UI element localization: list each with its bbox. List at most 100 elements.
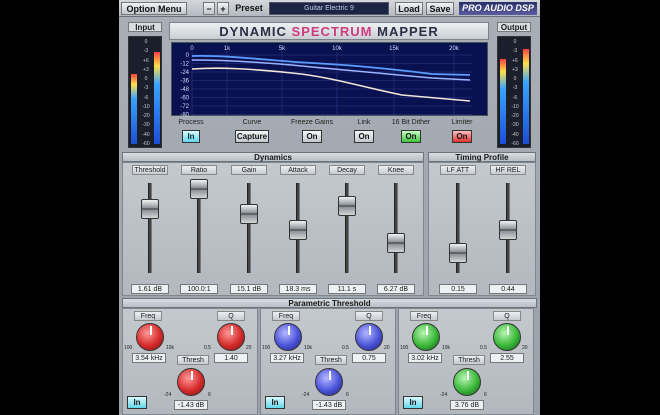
fader-decay-handle[interactable] (338, 196, 356, 217)
fader-attack-label: Attack (280, 165, 316, 175)
band-in-button[interactable]: In (265, 396, 285, 409)
meter-scale-tick: 0 (513, 76, 517, 83)
band-thresh-value: 3.76 dB (450, 400, 484, 410)
title-part-2: SPECTRUM (291, 24, 373, 39)
fader-threshold-label: Threshold (132, 165, 168, 175)
meter-scale-tick: -3 (143, 85, 149, 92)
meter-scale-tick: -60 (511, 140, 519, 147)
parametric-threshold-header: Parametric Threshold (122, 298, 537, 308)
meter-scale-tick: -30 (511, 122, 519, 129)
control-button-process[interactable]: In (182, 130, 200, 143)
band-freq-value: 3.27 kHz (270, 353, 304, 363)
db-tick-label: -24 (180, 70, 189, 76)
band-q-label: Q (493, 311, 521, 321)
fader-knee-track (394, 183, 398, 273)
fader-threshold-value: 1.61 dB (131, 284, 169, 294)
top-toolbar: Option Menu − + Preset Guitar Electric 9… (119, 0, 540, 17)
control-button-curve[interactable]: Capture (235, 130, 269, 143)
fader-decay-value: 11.1 s (328, 284, 366, 294)
preset-next-button[interactable]: + (217, 2, 229, 15)
db-tick-label: -48 (180, 87, 189, 93)
band-thresh-knob[interactable] (177, 368, 205, 396)
option-menu-button[interactable]: Option Menu (121, 2, 187, 15)
band-freq-knob[interactable] (274, 323, 302, 351)
meter-scale-tick: -3 (512, 48, 518, 55)
save-button[interactable]: Save (426, 2, 454, 15)
spectrum-svg: 0 1k 5k 10k 15k 20k 0 -12 -24 -36 -48 -60 -72 -80 (180, 46, 472, 119)
control-button-freeze-gains[interactable]: On (302, 130, 322, 143)
fader-attack-value: 18.3 ms (279, 284, 317, 294)
meter-scale-tick: -20 (142, 113, 150, 120)
meter-scale-tick: 0 (144, 39, 148, 45)
knob-scale-low: 0.5 (480, 345, 487, 351)
meter-scale-tick: +6 (512, 57, 518, 64)
fader-gain-handle[interactable] (240, 204, 258, 225)
control-label: Limiter (451, 119, 473, 126)
output-meter-right-bar (523, 49, 529, 144)
freq-tick-label: 10k (332, 46, 343, 52)
fader-knee-label: Knee (378, 165, 414, 175)
input-meter-left-bar (131, 74, 137, 144)
band-q-knob[interactable] (217, 323, 245, 351)
band-in-button[interactable]: In (403, 396, 423, 409)
control-label: Process (178, 119, 204, 126)
knob-scale-low: -24 (440, 392, 448, 398)
input-meter-label: Input (128, 22, 162, 32)
band-q-value: 2.55 (490, 353, 524, 363)
output-meter-label: Output (497, 22, 531, 32)
spectrum-curve-light (191, 59, 471, 81)
knob-scale-high: 6 (208, 392, 211, 398)
band-thresh-label: Thresh (177, 355, 209, 365)
band-q-knob[interactable] (493, 323, 521, 351)
fader-knee-handle[interactable] (387, 233, 405, 253)
freq-tick-label: 5k (279, 46, 286, 52)
knob-scale-low: 100 (400, 345, 409, 351)
meter-scale-tick: -10 (142, 103, 150, 110)
preset-prev-button[interactable]: − (203, 2, 215, 15)
preset-label: Preset (235, 3, 263, 13)
control-button-16-bit-dither[interactable]: On (401, 130, 421, 143)
band-thresh-value: -1.43 dB (312, 400, 346, 410)
meter-scale-tick: -40 (142, 131, 150, 138)
knob-scale-high: 20 (384, 345, 390, 351)
fader-hf-rel-label: HF REL (490, 165, 526, 175)
product-title: DYNAMIC SPECTRUM MAPPER (169, 22, 489, 40)
band-thresh-label: Thresh (453, 355, 485, 365)
db-tick-label: -12 (180, 62, 189, 68)
band-in-button[interactable]: In (127, 396, 147, 409)
db-tick-label: -36 (180, 79, 189, 85)
fader-attack-handle[interactable] (289, 220, 307, 241)
db-tick-label: -80 (180, 113, 189, 118)
knob-scale-high: 6 (346, 392, 349, 398)
knob-scale-high: 20 (246, 345, 252, 351)
fader-lf-att-handle[interactable] (449, 242, 467, 263)
fader-gain-track (247, 183, 251, 273)
band-freq-knob[interactable] (136, 323, 164, 351)
band-freq-knob[interactable] (412, 323, 440, 351)
knob-scale-low: -24 (302, 392, 310, 398)
band-thresh-value: -1.43 dB (174, 400, 208, 410)
band-q-knob[interactable] (355, 323, 383, 351)
db-tick-label: -60 (180, 96, 189, 102)
knob-scale-high: 10k (166, 345, 175, 351)
spectrum-display[interactable]: 0 1k 5k 10k 15k 20k 0 -12 -24 -36 -48 -60 -72 -80 (171, 42, 488, 119)
meter-scale-tick: -40 (511, 131, 519, 138)
control-button-limiter[interactable]: On (452, 130, 472, 143)
band-freq-value: 3.54 kHz (132, 353, 166, 363)
band-q-label: Q (217, 311, 245, 321)
meter-scale-tick: -10 (511, 103, 519, 110)
load-button[interactable]: Load (395, 2, 423, 15)
meter-scale-tick: +3 (143, 66, 149, 73)
fader-gain-label: Gain (231, 165, 267, 175)
control-button-link[interactable]: On (354, 130, 374, 143)
knob-scale-low: 100 (124, 345, 133, 351)
fader-threshold-handle[interactable] (141, 198, 159, 219)
fader-ratio-handle[interactable] (190, 178, 208, 199)
knob-scale-high: 6 (484, 392, 487, 398)
band-thresh-knob[interactable] (315, 368, 343, 396)
band-thresh-knob[interactable] (453, 368, 481, 396)
preset-display[interactable]: Guitar Electric 9 (269, 2, 389, 15)
knob-scale-low: 0.5 (204, 345, 211, 351)
meter-scale-tick: -20 (511, 113, 519, 120)
fader-hf-rel-handle[interactable] (499, 220, 517, 241)
